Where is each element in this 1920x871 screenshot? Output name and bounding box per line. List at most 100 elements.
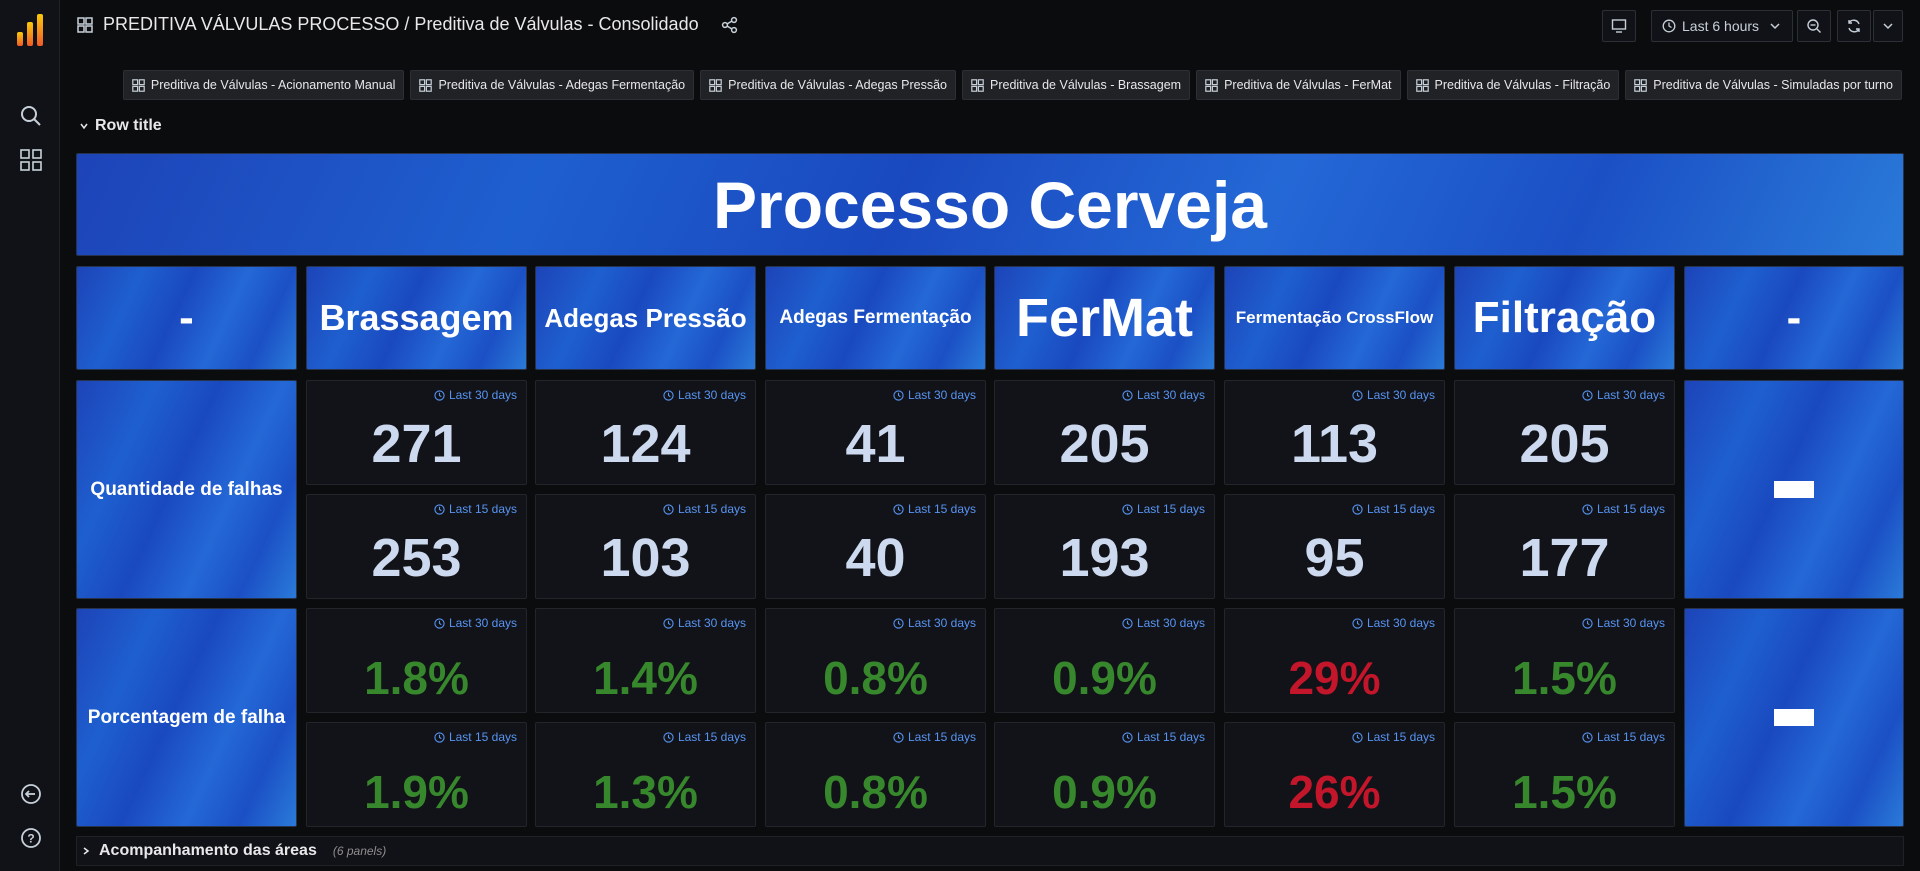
stat-panel[interactable]: Last 30 days 1.8% [306, 608, 527, 713]
dashboard-grid-icon [77, 16, 93, 33]
dashboard-link[interactable]: Preditiva de Válvulas - Acionamento Manu… [122, 70, 405, 100]
dashboard-link-label: Preditiva de Válvulas - Brassagem [990, 78, 1182, 92]
refresh-interval-dropdown[interactable] [1873, 10, 1903, 42]
clock-icon [1352, 731, 1363, 743]
header-panel: Adegas Fermentação [765, 266, 986, 370]
stat-value: 95 [1304, 528, 1365, 588]
time-override-badge: Last 30 days [1582, 616, 1665, 630]
time-range-picker[interactable]: Last 6 hours [1651, 10, 1793, 42]
dashboard-grid-icon [709, 78, 722, 92]
dashboard-title[interactable]: PREDITIVA VÁLVULAS PROCESSO / Preditiva … [103, 14, 699, 35]
stat-panel[interactable]: Last 15 days 1.5% [1454, 722, 1675, 827]
help-icon[interactable]: ? [18, 825, 44, 851]
header-panel: Filtração [1454, 266, 1675, 370]
banner-title: Processo Cerveja [712, 167, 1267, 242]
stat-panel[interactable]: Last 15 days 0.8% [765, 722, 986, 827]
chevron-down-icon [1770, 23, 1780, 30]
time-override-label: Last 15 days [448, 502, 517, 516]
zoom-out-icon [1807, 19, 1821, 33]
stat-panel[interactable]: Last 15 days 0.9% [994, 722, 1215, 827]
sign-in-icon[interactable] [18, 781, 44, 807]
dashboard-link[interactable]: Preditiva de Válvulas - Simuladas por tu… [1625, 70, 1902, 100]
stat-panel[interactable]: Last 30 days 113 [1224, 380, 1445, 485]
time-override-label: Last 15 days [1366, 502, 1435, 516]
dashboard-link[interactable]: Preditiva de Válvulas - FerMat [1196, 70, 1401, 100]
refresh-button[interactable] [1837, 10, 1871, 42]
stat-panel[interactable]: Last 15 days 177 [1454, 494, 1675, 599]
time-override-label: Last 30 days [677, 616, 746, 630]
dashboard-link[interactable]: Preditiva de Válvulas - Adegas Fermentaç… [410, 70, 695, 100]
stat-panel[interactable]: Last 30 days 205 [1454, 380, 1675, 485]
collapsed-row-count: (6 panels) [332, 844, 387, 858]
header-label: - [1786, 293, 1802, 342]
stat-panel[interactable]: Last 15 days 1.3% [535, 722, 756, 827]
time-override-label: Last 15 days [1136, 502, 1205, 516]
collapsed-row-acompanhamento[interactable]: Acompanhamento das áreas (6 panels) [76, 836, 1904, 866]
stat-value: 0.8% [823, 652, 928, 704]
dashboard-links: Preditiva de Válvulas - Acionamento Manu… [122, 70, 1902, 100]
stat-panel[interactable]: Last 30 days 1.5% [1454, 608, 1675, 713]
zoom-out-button[interactable] [1797, 10, 1831, 42]
header-label: Adegas Pressão [544, 302, 747, 333]
stat-panel[interactable]: Last 30 days 124 [535, 380, 756, 485]
dashboard-link[interactable]: Preditiva de Válvulas - Adegas Pressão [700, 70, 956, 100]
clock-icon [434, 503, 445, 515]
dashboards-icon[interactable] [18, 147, 44, 173]
stat-value: 0.9% [1052, 766, 1157, 818]
dashboard-grid-icon [132, 78, 145, 92]
stat-panel[interactable]: Last 30 days 1.4% [535, 608, 756, 713]
stat-panel[interactable]: Last 30 days 0.8% [765, 608, 986, 713]
stat-panel[interactable]: Last 15 days 253 [306, 494, 527, 599]
time-override-badge: Last 15 days [663, 730, 746, 744]
share-icon[interactable] [721, 16, 739, 34]
stat-value: 26% [1288, 766, 1381, 818]
time-override-badge: Last 15 days [1122, 502, 1205, 516]
grafana-logo-icon[interactable] [16, 12, 44, 48]
stat-panel[interactable]: Last 15 days 40 [765, 494, 986, 599]
chevron-right-icon [83, 847, 90, 855]
header-label: Fermentação CrossFlow [1235, 308, 1434, 327]
dash-mark [1774, 481, 1814, 498]
dashboard-link-label: Preditiva de Válvulas - Acionamento Manu… [150, 78, 396, 92]
time-override-badge: Last 15 days [1582, 730, 1665, 744]
stat-panel[interactable]: Last 15 days 1.9% [306, 722, 527, 827]
clock-icon [663, 503, 674, 515]
stat-panel[interactable]: Last 15 days 26% [1224, 722, 1445, 827]
stat-panel[interactable]: Last 15 days 95 [1224, 494, 1445, 599]
time-override-badge: Last 15 days [1582, 502, 1665, 516]
dashboard-link[interactable]: Preditiva de Válvulas - Brassagem [962, 70, 1191, 100]
time-override-badge: Last 15 days [893, 730, 976, 744]
placeholder-panel-top [1684, 380, 1904, 599]
stat-panel[interactable]: Last 30 days 205 [994, 380, 1215, 485]
time-override-label: Last 15 days [448, 730, 517, 744]
dash-mark [1774, 709, 1814, 726]
stat-value: 40 [845, 528, 906, 588]
stat-panel[interactable]: Last 15 days 193 [994, 494, 1215, 599]
time-override-label: Last 30 days [1136, 388, 1205, 402]
time-override-label: Last 30 days [677, 388, 746, 402]
chevron-down-icon [80, 123, 88, 130]
stat-panel[interactable]: Last 15 days 103 [535, 494, 756, 599]
row-header[interactable]: Row title [79, 117, 162, 135]
stat-panel[interactable]: Last 30 days 0.9% [994, 608, 1215, 713]
header-panel: Adegas Pressão [535, 266, 756, 370]
dashboard-link[interactable]: Preditiva de Válvulas - Filtração [1406, 70, 1620, 100]
monitor-icon [1611, 19, 1627, 33]
dashboard-link-label: Preditiva de Válvulas - FerMat [1224, 78, 1392, 92]
dashboard-grid-icon [971, 78, 984, 92]
time-override-label: Last 15 days [1366, 730, 1435, 744]
stat-panel[interactable]: Last 30 days 271 [306, 380, 527, 485]
clock-icon [1352, 503, 1363, 515]
time-override-label: Last 30 days [907, 616, 976, 630]
stat-panel[interactable]: Last 30 days 41 [765, 380, 986, 485]
tv-mode-button[interactable] [1602, 10, 1636, 42]
dashboard-link-label: Preditiva de Válvulas - Adegas Pressão [728, 78, 947, 92]
stat-value: 0.8% [823, 766, 928, 818]
time-override-badge: Last 30 days [663, 388, 746, 402]
stat-panel[interactable]: Last 30 days 29% [1224, 608, 1445, 713]
time-override-badge: Last 15 days [663, 502, 746, 516]
header-panel: - [76, 266, 297, 370]
stat-value: 103 [600, 528, 691, 588]
time-override-label: Last 30 days [448, 388, 517, 402]
search-icon[interactable] [18, 103, 44, 129]
